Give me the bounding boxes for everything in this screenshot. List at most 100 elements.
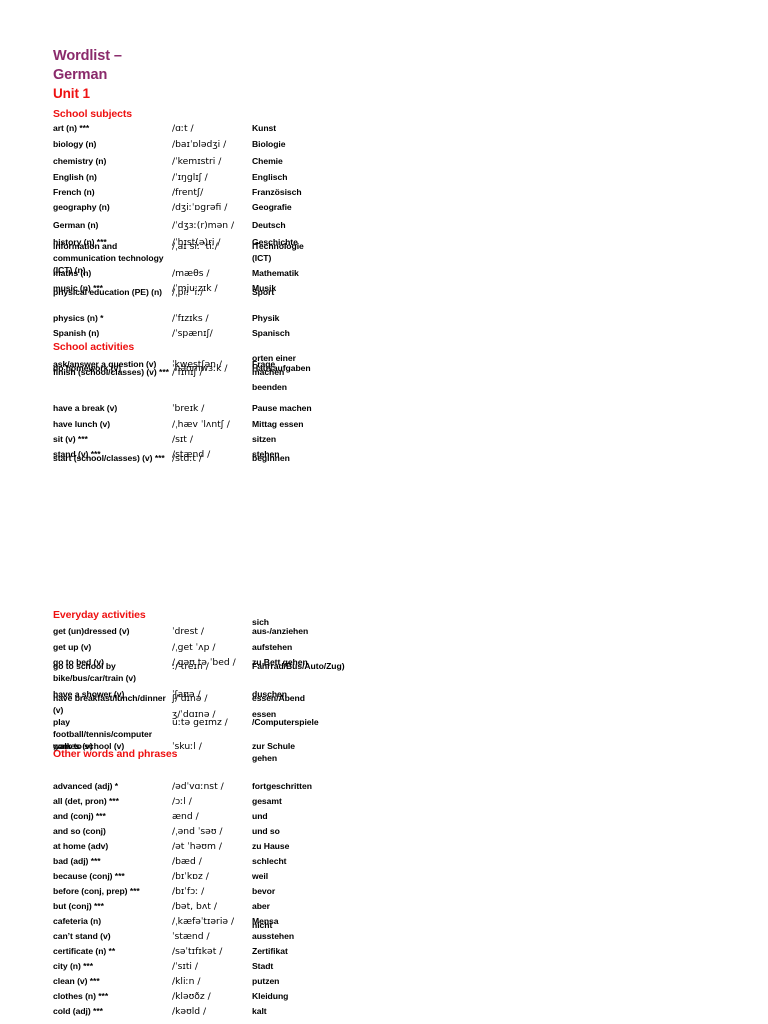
phonetic-transcription: /kləʊðz / [172, 991, 211, 1002]
phonetic-transcription: /ɔːl / [172, 796, 192, 807]
german-translation: /Computerspiele [252, 717, 319, 727]
english-word: sit (v) *** [53, 434, 88, 444]
english-word: German (n) [53, 220, 99, 230]
english-word: city (n) *** [53, 961, 93, 971]
german-translation: Chemie [252, 156, 283, 166]
german-translation: Geografie [252, 202, 292, 212]
german-translation: beenden [252, 382, 287, 392]
german-translation: gesamt [252, 796, 282, 806]
german-translation: Spanisch [252, 328, 290, 338]
german-translation: bevor [252, 886, 276, 896]
phonetic-transcription: /bæd / [172, 856, 202, 867]
german-translation: Kunst [252, 123, 277, 133]
german-translation: Mittag essen [252, 419, 304, 429]
english-word: biology (n) [53, 139, 97, 149]
german-translation: ITechnologie (ICT) [252, 241, 304, 264]
english-word: because (conj) *** [53, 871, 125, 881]
phonetic-transcription: /səˈtɪfɪkət / [172, 946, 223, 957]
german-translation: Kleidung [252, 991, 289, 1001]
german-translation: sitzen [252, 434, 277, 444]
english-word: but (conj) *** [53, 901, 104, 911]
german-translation: und so [252, 826, 280, 836]
german-translation: gehen [252, 753, 278, 763]
phonetic-transcription: /ˌənd ˈsəʊ / [172, 826, 223, 837]
phonetic-transcription: /ˌhæv ˈlʌntʃ / [172, 419, 230, 430]
phonetic-transcription: ː/ˈtreɪn / [172, 661, 209, 672]
english-word: and so (conj) [53, 826, 106, 836]
phonetic-transcription: /ˈspænɪʃ/ [172, 328, 213, 339]
phonetic-transcription: /ˌpiː ˈiː/ [172, 287, 204, 298]
english-word: clothes (n) *** [53, 991, 109, 1001]
section-heading: School activities [53, 341, 135, 353]
german-translation: Französisch [252, 187, 302, 197]
phonetic-transcription: /ˌaɪ siː ˈtiː/ [172, 241, 218, 252]
english-word: cafeteria (n) [53, 916, 102, 926]
phonetic-transcription: /kliːn / [172, 976, 201, 987]
phonetic-transcription: /bɪˈkɒz / [172, 871, 209, 882]
german-translation: Biologie [252, 139, 286, 149]
phonetic-transcription: /ˈsɪti / [172, 961, 198, 972]
german-translation: zur Schule [252, 741, 295, 751]
english-word: English (n) [53, 172, 97, 182]
german-translation: aufstehen [252, 642, 293, 652]
english-word: can’t stand (v) [53, 931, 111, 941]
german-translation: weil [252, 871, 269, 881]
english-word: and (conj) *** [53, 811, 106, 821]
english-word: get up (v) [53, 642, 92, 652]
section-heading: Other words and phrases [53, 748, 178, 760]
phonetic-transcription: /stɑːt / [172, 453, 203, 464]
german-translation: aber [252, 901, 270, 911]
wordlist-page: Wordlist – German Unit 1 School subjects… [0, 0, 768, 1024]
german-translation: Deutsch [252, 220, 286, 230]
german-translation: Stadt [252, 961, 274, 971]
english-word: cold (adj) *** [53, 1006, 103, 1016]
german-translation: ausstehen [252, 931, 295, 941]
german-translation: putzen [252, 976, 280, 986]
phonetic-transcription: /ˈdʒɜː(r)mən / [172, 220, 235, 231]
german-translation: und [252, 811, 268, 821]
english-word: geography (n) [53, 202, 110, 212]
document-title-line1: Wordlist – [53, 48, 122, 64]
document-title: Wordlist – German [53, 47, 193, 84]
phonetic-transcription: /ˌkæfəˈtɪəriə / [172, 916, 235, 927]
phonetic-transcription: /ˌget ˈʌp / [172, 642, 216, 653]
german-translation: fortgeschritten [252, 781, 312, 791]
english-word: Spanish (n) [53, 328, 100, 338]
english-word: have breakfast/lunch/dinner (v) [53, 693, 166, 716]
phonetic-transcription: /mæθs / [172, 268, 210, 279]
phonetic-transcription: /ət ˈhəʊm / [172, 841, 222, 852]
english-word: finish (school/classes) (v) *** [53, 367, 169, 377]
german-translation: schlecht [252, 856, 287, 866]
phonetic-transcription: /kəʊld / [172, 1006, 207, 1017]
phonetic-transcription: /frentʃ/ [172, 187, 204, 198]
german-translation: Englisch [252, 172, 288, 182]
german-translation: Sport [252, 287, 275, 297]
english-word: clean (v) *** [53, 976, 100, 986]
phonetic-transcription: /ədˈvɑːnst / [172, 781, 224, 792]
phonetic-transcription: /ˈɪŋglɪʃ / [172, 172, 208, 183]
phonetic-transcription: ˈstænd / [172, 931, 210, 942]
english-word: have lunch (v) [53, 419, 111, 429]
english-word: maths (n) [53, 268, 92, 278]
phonetic-transcription: /ɑːt / [172, 123, 194, 134]
phonetic-transcription: uːtə geɪmz / [172, 717, 228, 728]
english-word: go to school by bike/bus/car/train (v) [53, 661, 136, 684]
unit-heading: Unit 1 [53, 86, 90, 101]
english-word: have a break (v) [53, 403, 118, 413]
phonetic-transcription: /bɪˈfɔː / [172, 886, 205, 897]
english-word: French (n) [53, 187, 95, 197]
german-translation: Physik [252, 313, 280, 323]
section-heading: Everyday activities [53, 609, 146, 621]
phonetic-transcription: /bət, bʌt / [172, 901, 217, 912]
phonetic-transcription: /dʒiːˈɒgrəfi / [172, 202, 228, 213]
german-translation: Fahrrad/Bus/Auto/Zug) [252, 661, 345, 671]
german-translation: Mathematik [252, 268, 299, 278]
phonetic-transcription: ˈdrest / [172, 626, 204, 637]
german-translation: aus-/anziehen [252, 626, 309, 636]
german-translation: zu Hause [252, 841, 290, 851]
german-translation: Pause machen [252, 403, 312, 413]
english-word: art (n) *** [53, 123, 90, 133]
phonetic-transcription: ænd / [172, 811, 199, 822]
german-translation: kalt [252, 1006, 267, 1016]
phonetic-transcription: ˈbreɪk / [172, 403, 205, 414]
